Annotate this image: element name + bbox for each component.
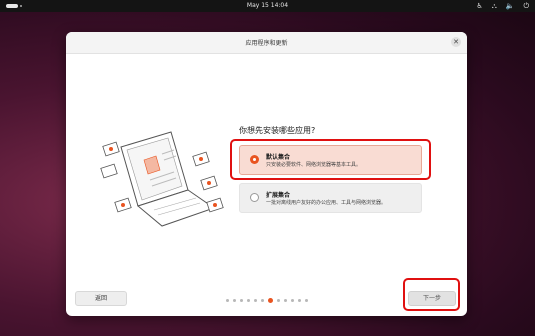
pager-dot bbox=[254, 299, 257, 302]
pager-dot bbox=[305, 299, 308, 302]
dialog-header: 应用程序和更新 ✕ bbox=[66, 32, 467, 54]
highlight-box-option bbox=[230, 139, 431, 180]
laptop-illustration bbox=[100, 131, 224, 227]
network-icon[interactable]: ⛬ bbox=[492, 2, 497, 10]
highlight-box-next bbox=[403, 278, 460, 311]
clock[interactable]: May 15 14:04 bbox=[0, 2, 535, 9]
pager-dot bbox=[226, 299, 229, 302]
volume-icon[interactable]: 🔈 bbox=[506, 2, 515, 10]
top-bar: May 15 14:04 ♿ ⛬ 🔈 ⏻ bbox=[0, 0, 535, 12]
pager-dot bbox=[240, 299, 243, 302]
pager-dot bbox=[291, 299, 294, 302]
installer-dialog: 应用程序和更新 ✕ 你想先安装哪些应用? 默认集合 只安装必要软件、网络浏览器等… bbox=[66, 32, 467, 316]
pager-dot bbox=[261, 299, 264, 302]
option-title: 扩展集合 bbox=[266, 192, 291, 199]
pager-dot bbox=[247, 299, 250, 302]
system-tray[interactable]: ♿ ⛬ 🔈 ⏻ bbox=[477, 2, 529, 10]
back-button[interactable]: 返回 bbox=[75, 291, 127, 306]
dialog-title: 应用程序和更新 bbox=[245, 40, 288, 47]
option-extended-collection[interactable]: 扩展集合 一批对离线用户友好的办公应用、工具与网络浏览器。 bbox=[239, 183, 422, 213]
pager-dot bbox=[277, 299, 280, 302]
option-description: 一批对离线用户友好的办公应用、工具与网络浏览器。 bbox=[266, 200, 387, 206]
pager-dot bbox=[284, 299, 287, 302]
step-pager bbox=[226, 298, 308, 303]
power-icon[interactable]: ⏻ bbox=[523, 2, 529, 10]
question-heading: 你想先安装哪些应用? bbox=[239, 126, 316, 135]
pager-dot bbox=[298, 299, 301, 302]
pager-dot-active bbox=[268, 298, 273, 303]
pager-dot bbox=[233, 299, 236, 302]
radio-unselected-icon[interactable] bbox=[250, 193, 259, 202]
accessibility-icon[interactable]: ♿ bbox=[477, 2, 483, 10]
close-icon[interactable]: ✕ bbox=[451, 37, 461, 47]
